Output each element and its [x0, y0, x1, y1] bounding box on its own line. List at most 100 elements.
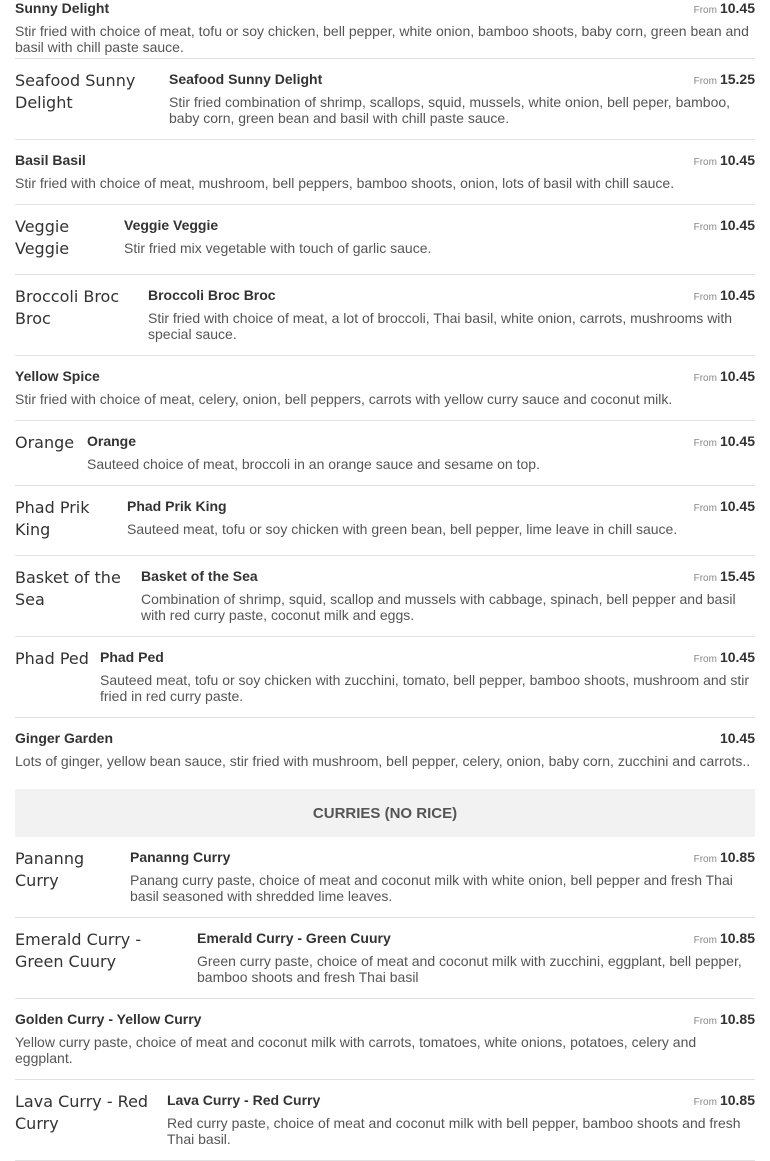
price-from-label: From [693, 292, 717, 303]
item-price: From 10.45 [694, 433, 755, 452]
item-description: Stir fried mix vegetable with touch of g… [124, 240, 432, 256]
price-from-label: From [693, 5, 717, 16]
item-name[interactable]: Emerald Curry - Green Cuury [197, 930, 391, 946]
item-name[interactable]: Orange [87, 433, 136, 449]
price-amount: 10.85 [719, 930, 755, 946]
item-description: Stir fried with choice of meat, mushroom… [15, 175, 675, 191]
item-price: From 10.45 [694, 152, 755, 171]
item-image[interactable]: Broccoli Broc Broc [15, 286, 145, 330]
item-price: From 10.85 [694, 930, 755, 949]
price-from-label: From [693, 573, 717, 584]
item-price: From 10.85 [694, 1092, 755, 1111]
menu-item-broccoli-broc-broc[interactable]: Broccoli Broc Broc Broccoli Broc Broc From… [15, 275, 755, 356]
item-price: From 10.85 [694, 849, 755, 868]
price-amount: 10.85 [719, 1092, 755, 1108]
item-price: From 15.45 [694, 568, 755, 587]
item-price: From 10.85 [694, 1011, 755, 1030]
menu-item-lava-curry-red-curry[interactable]: Lava Curry - Red Curry Lava Curry - Red C… [15, 1080, 755, 1161]
item-description: Combination of shrimp, squid, scallop an… [141, 591, 736, 623]
item-image[interactable]: Veggie Veggie [15, 216, 120, 260]
item-image[interactable]: Basket of the Sea [15, 567, 137, 611]
item-image[interactable]: Lava Curry - Red Curry [15, 1091, 163, 1135]
price-amount: 10.45 [719, 0, 755, 16]
price-amount: 15.45 [719, 568, 755, 584]
price-from-label: From [693, 1016, 717, 1027]
price-from-label: From [693, 854, 717, 865]
item-name[interactable]: Basket of the Sea [141, 568, 258, 584]
price-from-label: From [693, 935, 717, 946]
price-amount: 10.45 [719, 649, 755, 665]
item-price: From 10.45 [694, 0, 755, 19]
menu-item-phad-prik-king[interactable]: Phad Prik King Phad Prik King From 10.45 Sau… [15, 486, 755, 556]
item-name[interactable]: Broccoli Broc Broc [148, 287, 276, 303]
section-header: CURRIES (NO RICE) [15, 789, 755, 837]
item-price: From 15.25 [694, 71, 755, 90]
price-from-label: From [693, 222, 717, 233]
item-name[interactable]: Phad Prik King [127, 498, 227, 514]
menu-item-orange[interactable]: Orange Orange From 10.45 Sauteed choice of m… [15, 421, 755, 486]
item-name[interactable]: Pananng Curry [130, 849, 230, 865]
item-image[interactable]: Emerald Curry - Green Cuury [15, 929, 191, 973]
price-from-label: From [693, 503, 717, 514]
item-description: Sauteed choice of meat, broccoli in an o… [87, 456, 540, 472]
price-amount: 10.45 [719, 152, 755, 168]
item-name[interactable]: Veggie Veggie [124, 217, 218, 233]
item-price: From 10.45 [694, 649, 755, 668]
menu-item-yellow-spice[interactable]: Yellow Spice From 10.45 Stir fried with cho… [15, 356, 755, 421]
menu-item-emerald-curry-green-cuury[interactable]: Emerald Curry - Green Cuury Emerald Curry… [15, 918, 755, 999]
item-image[interactable]: Seafood Sunny Delight [15, 70, 165, 114]
price-amount: 10.45 [719, 368, 755, 384]
item-description: Stir fried with choice of meat, a lot of… [148, 310, 733, 342]
price-from-label: From [693, 438, 717, 449]
price-from-label: From [693, 654, 717, 665]
item-name[interactable]: Sunny Delight [15, 0, 109, 16]
price-from-label: From [693, 157, 717, 168]
item-description: Lots of ginger, yellow bean sauce, stir … [15, 753, 751, 769]
item-price: From 10.45 [694, 217, 755, 236]
price-amount: 10.45 [719, 433, 755, 449]
item-name[interactable]: Phad Ped [100, 649, 164, 665]
menu-list: Sunny Delight From 10.45 Stir fried with ch… [15, 0, 755, 1161]
item-name[interactable]: Basil Basil [15, 152, 86, 168]
menu-item-veggie-veggie[interactable]: Veggie Veggie Veggie Veggie From 10.45 Stir … [15, 205, 755, 275]
price-amount: 10.45 [719, 287, 755, 303]
price-amount: 10.85 [719, 849, 755, 865]
price-from-label: From [693, 1097, 717, 1108]
item-image[interactable]: Phad Ped [15, 648, 95, 670]
price-amount: 15.25 [719, 71, 755, 87]
price-amount: 10.45 [719, 217, 755, 233]
price-amount: 10.85 [719, 1011, 755, 1027]
item-description: Stir fried combination of shrimp, scallo… [169, 94, 731, 126]
item-name[interactable]: Yellow Spice [15, 368, 100, 384]
item-description: Yellow curry paste, choice of meat and c… [15, 1034, 697, 1066]
menu-group: Sunny Delight From 10.45 Stir fried with ch… [15, 0, 755, 777]
menu-item-basket-of-the-sea[interactable]: Basket of the Sea Basket of the Sea From 15… [15, 556, 755, 637]
item-name[interactable]: Golden Curry - Yellow Curry [15, 1011, 201, 1027]
menu-item-basil-basil[interactable]: Basil Basil From 10.45 Stir fried with choi… [15, 140, 755, 205]
item-image[interactable]: Orange [15, 432, 83, 454]
item-price: From 10.45 [694, 368, 755, 387]
menu-item-golden-curry-yellow-curry[interactable]: Golden Curry - Yellow Curry From 10.85 Yell… [15, 999, 755, 1080]
item-description: Sauteed meat, tofu or soy chicken with g… [127, 521, 678, 537]
item-name[interactable]: Seafood Sunny Delight [169, 71, 322, 87]
item-price: From 10.45 [694, 498, 755, 517]
menu-item-pananng-curry[interactable]: Pananng Curry Pananng Curry From 10.85 Panan… [15, 837, 755, 918]
menu-item-ginger-garden[interactable]: Ginger Garden 10.45 Lots of ginger, yellow… [15, 718, 755, 777]
item-price: From 10.45 [694, 287, 755, 306]
item-description: Green curry paste, choice of meat and co… [197, 953, 742, 985]
price-amount: 10.45 [719, 498, 755, 514]
menu-item-seafood-sunny-delight[interactable]: Seafood Sunny Delight Seafood Sunny Delig… [15, 59, 755, 140]
item-image[interactable]: Phad Prik King [15, 497, 123, 541]
item-description: Stir fried with choice of meat, celery, … [15, 391, 673, 407]
item-name[interactable]: Ginger Garden [15, 730, 113, 746]
price-amount: 10.45 [719, 730, 755, 746]
item-description: Stir fried with choice of meat, tofu or … [15, 23, 749, 55]
item-name[interactable]: Lava Curry - Red Curry [167, 1092, 320, 1108]
item-image[interactable]: Pananng Curry [15, 848, 125, 892]
item-price: 10.45 [717, 730, 755, 749]
menu-item-phad-ped[interactable]: Phad Ped Phad Ped From 10.45 Sauteed meat, t… [15, 637, 755, 718]
menu-item-sunny-delight[interactable]: Sunny Delight From 10.45 Stir fried with ch… [15, 0, 755, 59]
price-from-label: From [693, 373, 717, 384]
menu-group-curries: Pananng Curry Pananng Curry From 10.85 Panan… [15, 837, 755, 1161]
price-from-label: From [693, 76, 717, 87]
